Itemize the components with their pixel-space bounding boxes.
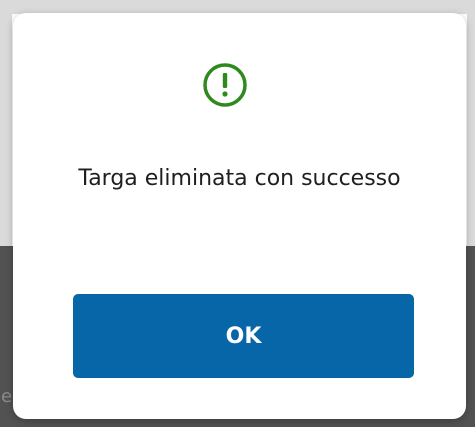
alert-dialog: Targa eliminata con successo OK [13, 13, 466, 419]
overlay-edge-top [0, 0, 475, 14]
background-peek-text: e [1, 386, 13, 407]
exclamation-circle-icon [201, 61, 249, 109]
overlay-edge-left [0, 14, 12, 246]
dialog-message: Targa eliminata con successo [78, 166, 401, 191]
overlay-edge-right [467, 14, 475, 246]
ok-button[interactable]: OK [73, 294, 414, 378]
exclamation-circle-svg [203, 63, 247, 107]
